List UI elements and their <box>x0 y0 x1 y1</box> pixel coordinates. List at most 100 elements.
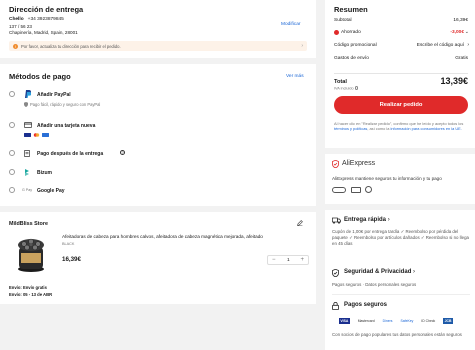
safekey-logo: SafeKey <box>400 319 414 323</box>
truck-icon <box>332 217 341 224</box>
delivery-phone: +34 3923879845 <box>27 17 64 22</box>
googlepay-radio[interactable] <box>9 187 15 193</box>
jcb-logo: JCB <box>443 318 453 324</box>
fast-delivery-title: Entrega rápida <box>344 217 387 223</box>
edit-icon[interactable] <box>297 220 303 226</box>
payment-method-card[interactable]: Añadir una tarjeta nueva <box>9 121 299 141</box>
seal-badge-icon <box>365 186 372 193</box>
calendar-icon <box>24 149 30 157</box>
payment-method-cod[interactable]: Pago después de la entrega ? <box>9 149 299 159</box>
vat-note-text: IVA incluido <box>334 86 354 91</box>
shipping-fee-label: Gastos de envío <box>334 56 369 61</box>
warning-icon: ! <box>13 43 18 49</box>
delivery-line2: Chapinería, Madrid, Spain, 28001 <box>9 30 78 35</box>
product-title[interactable]: Afeitadoras de cabeza para hombres calvo… <box>62 234 308 241</box>
shipping-note: Envío: Envío gratis <box>9 285 47 290</box>
summary-divider <box>334 73 468 74</box>
delivery-line1: 137 / 56 23 <box>9 24 32 29</box>
paypal-label: Añadir PayPal <box>37 91 71 98</box>
quantity-value[interactable]: 1 <box>287 258 290 263</box>
info-icon[interactable] <box>354 86 359 90</box>
mastercard-logo: Mastercard <box>357 319 375 323</box>
delivery-contact: Chello +34 3923879845 <box>9 17 64 22</box>
legal-text: Al hacer clic en "Realizar pedido", conf… <box>334 121 468 131</box>
vat-note: IVA incluido <box>334 86 359 91</box>
bizum-label: Bizum <box>37 169 52 176</box>
promo-input[interactable]: Escribe el código aquí <box>417 43 464 48</box>
savings-icon <box>334 30 339 35</box>
quantity-stepper[interactable]: − 1 + <box>267 255 309 265</box>
trust-description: AliExpress mantiene seguros tu informaci… <box>332 176 442 181</box>
trust-card: AliExpress AliExpress mantiene seguros t… <box>325 154 475 204</box>
saved-value: -3,00€ <box>450 30 464 35</box>
fast-delivery-header[interactable]: Entrega rápida › <box>344 217 390 223</box>
summary-card: Resumen Subtotal 16,39€ Ahorrado -3,00€ … <box>325 0 475 148</box>
paypal-sub: Pago fácil, rápido y seguro con PayPal <box>30 102 101 107</box>
warning-text: Por favor, actualiza tu dirección para r… <box>21 43 121 49</box>
benefits-divider <box>332 294 470 295</box>
chevron-right-icon: › <box>387 217 390 223</box>
delivery-title: Dirección de entrega <box>9 5 84 14</box>
mastercard-icon <box>33 133 40 137</box>
chevron-right-icon[interactable]: › <box>467 42 469 48</box>
card-label: Añadir una tarjeta nueva <box>37 122 96 129</box>
store-name: MildBliss Store <box>9 221 48 227</box>
bizum-icon <box>24 168 30 176</box>
saved-label: Ahorrado <box>341 30 361 35</box>
shield-check-icon <box>332 160 339 168</box>
fast-delivery-desc: Cupón de 1,00€ por entrega tardía ✓ Reem… <box>332 229 469 246</box>
payment-method-googlepay[interactable]: G Pay Google Pay <box>9 186 299 196</box>
chevron-right-icon: › <box>301 43 303 49</box>
card-radio[interactable] <box>9 122 15 128</box>
safety-header[interactable]: Seguridad & Privacidad › <box>344 269 415 275</box>
product-variant: BLACK <box>62 242 75 246</box>
increase-button[interactable]: + <box>300 257 304 263</box>
googlepay-label: Google Pay <box>37 187 65 194</box>
decrease-button[interactable]: − <box>272 257 276 263</box>
benefits-card: Entrega rápida › Cupón de 1,00€ por entr… <box>325 210 475 350</box>
eu-info-link[interactable]: información para consumidores en la UE. <box>390 126 461 131</box>
place-order-button[interactable]: Realizar pedido <box>334 96 468 114</box>
place-order-label: Realizar pedido <box>379 101 423 108</box>
address-warning-banner[interactable]: ! Por favor, actualiza tu dirección para… <box>9 41 307 51</box>
chevron-down-icon[interactable]: ⌄ <box>465 29 469 35</box>
help-icon[interactable]: ? <box>120 150 125 156</box>
bizum-radio[interactable] <box>9 169 15 175</box>
certificate-badge-icon <box>351 187 361 193</box>
secure-payments-title: Pagos seguros <box>344 302 388 308</box>
safety-desc: Pagos seguros · Datos personales seguros <box>332 282 417 287</box>
shield-check-icon <box>332 269 339 277</box>
shipping-fee-value: Gratis <box>455 56 468 61</box>
product-image[interactable] <box>14 235 48 273</box>
payment-method-bizum[interactable]: Bizum <box>9 168 299 178</box>
product-price: 16,39€ <box>62 256 81 263</box>
paypal-icon <box>24 90 31 98</box>
modify-address-link[interactable]: Modificar <box>281 22 300 27</box>
legal-text-part: , así como la <box>367 126 390 132</box>
cod-label: Pago después de la entrega <box>37 150 104 157</box>
payment-method-paypal[interactable]: Añadir PayPal Pago fácil, rápido y segur… <box>9 90 299 110</box>
google-pay-icon: G Pay <box>22 188 32 192</box>
terms-link[interactable]: términos y políticas <box>334 126 367 131</box>
diners-logo: Diners <box>382 319 393 323</box>
idcheck-logo: ID Check <box>421 319 436 323</box>
subtotal-value: 16,39€ <box>453 18 468 23</box>
lock-icon <box>332 302 339 310</box>
delivery-card: Dirección de entrega Chello +34 39238798… <box>0 0 316 58</box>
store-card: MildBliss Store Afeitadoras de cabeza pa… <box>0 212 316 304</box>
cod-radio[interactable] <box>9 150 15 156</box>
promo-label: Código promocional <box>334 43 377 48</box>
delivery-eta: Envío: 05 - 13 de ABR <box>9 292 53 297</box>
shield-check-icon <box>24 102 28 107</box>
credit-card-icon <box>24 121 32 128</box>
total-value: 13,39€ <box>440 76 468 86</box>
payment-partner-logos: VISA Mastercard Diners SafeKey ID Check … <box>339 317 469 325</box>
see-more-link[interactable]: Ver más <box>286 74 304 79</box>
delivery-name: Chello <box>9 17 24 22</box>
paypal-radio[interactable] <box>9 91 15 97</box>
maestro-icon <box>42 133 49 137</box>
visa-icon <box>24 133 31 137</box>
total-label: Total <box>334 79 347 85</box>
toggle-badge-icon <box>332 187 346 193</box>
secure-payments-desc: Con socios de pago populares tus datos p… <box>332 332 462 337</box>
